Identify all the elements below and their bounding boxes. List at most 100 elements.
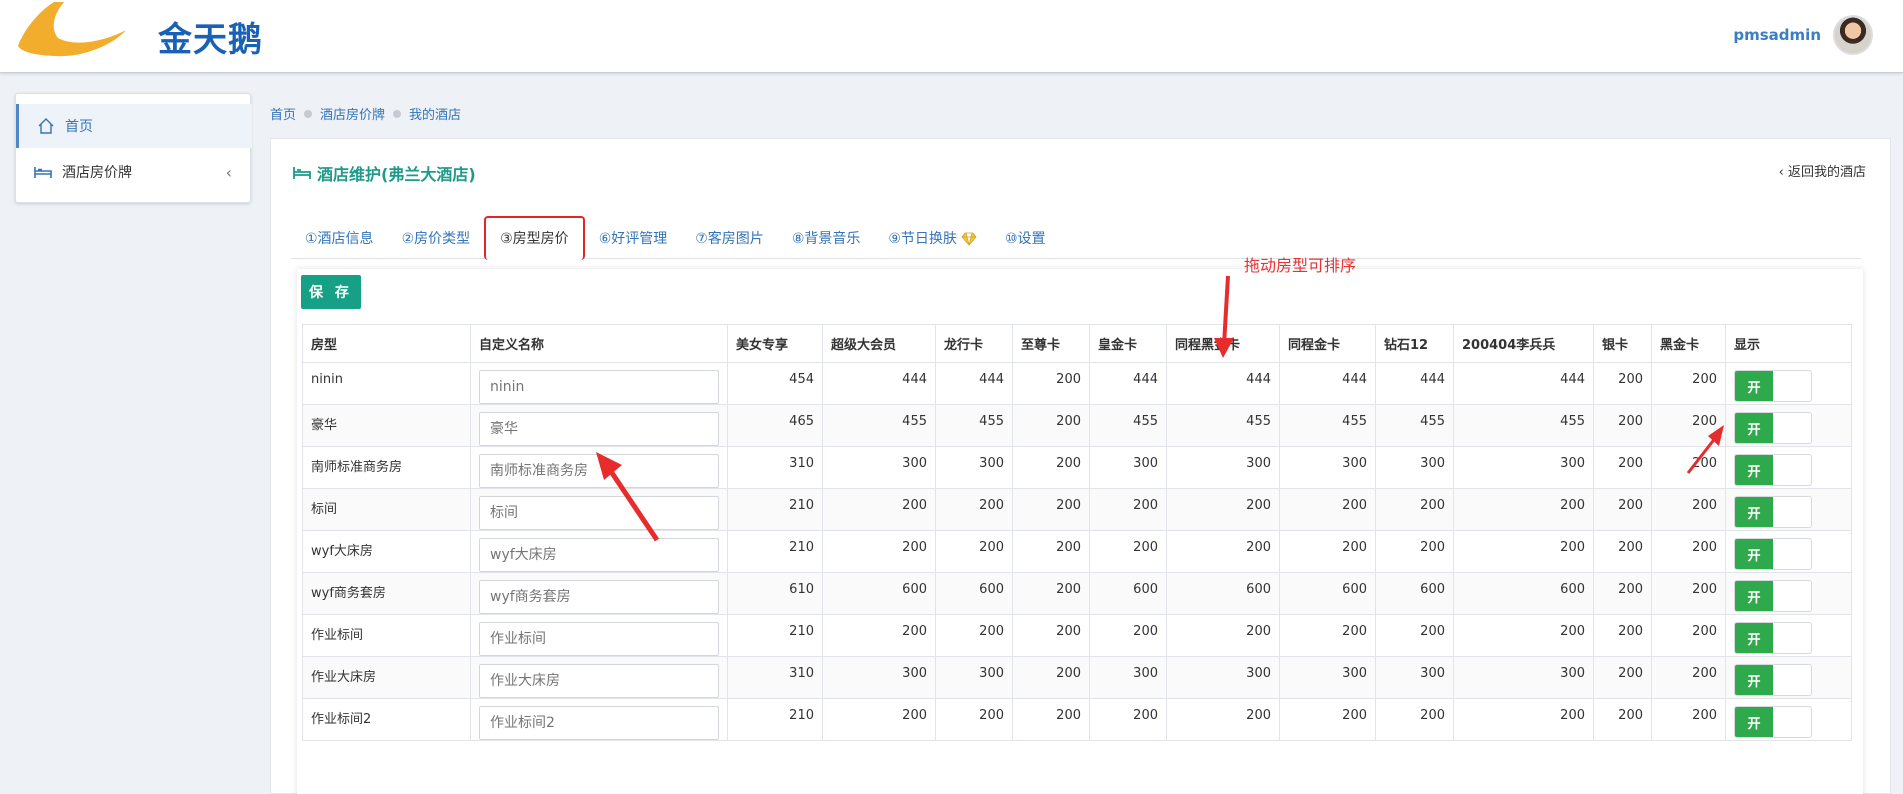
price-cell: 200 bbox=[1279, 530, 1376, 573]
price-cell: 200 bbox=[1593, 572, 1652, 615]
price-cell: 610 bbox=[727, 572, 823, 615]
custom-name-input[interactable] bbox=[479, 454, 719, 488]
column-header[interactable]: 房型 bbox=[302, 324, 471, 363]
price-cell: 200 bbox=[1375, 614, 1454, 657]
room-type-name: wyf大床房 bbox=[302, 530, 471, 573]
table-row[interactable]: 豪华465455455200455455455455455200200开 bbox=[302, 404, 1852, 447]
save-button[interactable]: 保 存 bbox=[301, 275, 361, 309]
room-price-table: 房型 自定义名称 美女专享 超级大会员 龙行卡 至尊卡 皇金卡 同程黑金卡 同程金卡 钻石12 20… bbox=[302, 324, 1852, 741]
custom-name-input[interactable] bbox=[479, 580, 719, 614]
display-cell: 开 bbox=[1725, 530, 1852, 573]
logo[interactable]: 金天鹅 bbox=[14, 0, 264, 60]
back-link-label: 返回我的酒店 bbox=[1787, 165, 1866, 180]
price-cell: 200 bbox=[1089, 488, 1167, 531]
column-header[interactable]: 同程黑金卡 bbox=[1166, 324, 1280, 363]
price-cell: 200 bbox=[822, 488, 936, 531]
display-toggle[interactable]: 开 bbox=[1734, 496, 1812, 528]
column-header[interactable]: 自定义名称 bbox=[470, 324, 728, 363]
tab-room-images[interactable]: ⑦客房图片 bbox=[681, 219, 778, 259]
price-cell: 200 bbox=[1375, 488, 1454, 531]
table-row[interactable]: 作业标间2210200200200200200200200200200200开 bbox=[302, 698, 1852, 741]
price-cell: 200 bbox=[1089, 698, 1167, 741]
custom-name-input[interactable] bbox=[479, 664, 719, 698]
price-cell: 200 bbox=[1089, 530, 1167, 573]
column-header[interactable]: 银卡 bbox=[1593, 324, 1652, 363]
breadcrumb-separator-icon bbox=[304, 109, 313, 118]
username[interactable]: pmsadmin bbox=[1733, 26, 1821, 44]
display-toggle[interactable]: 开 bbox=[1734, 664, 1812, 696]
price-cell: 200 bbox=[822, 530, 936, 573]
tab-room-price[interactable]: ③房型房价 bbox=[484, 216, 585, 260]
sidebar-item-home[interactable]: 首页 bbox=[16, 104, 252, 148]
tab-price-type[interactable]: ②房价类型 bbox=[388, 219, 485, 259]
price-cell: 200 bbox=[935, 488, 1013, 531]
user-menu[interactable]: pmsadmin bbox=[1733, 15, 1873, 55]
tab-bg-music[interactable]: ⑧背景音乐 bbox=[778, 219, 875, 259]
price-cell: 300 bbox=[1089, 446, 1167, 489]
display-toggle[interactable]: 开 bbox=[1734, 454, 1812, 486]
custom-name-input[interactable] bbox=[479, 622, 719, 656]
column-header[interactable]: 美女专享 bbox=[727, 324, 823, 363]
display-toggle[interactable]: 开 bbox=[1734, 580, 1812, 612]
price-cell: 200 bbox=[1651, 614, 1726, 657]
price-cell: 310 bbox=[727, 446, 823, 489]
price-cell: 200 bbox=[1593, 446, 1652, 489]
back-link[interactable]: ‹ 返回我的酒店 bbox=[1779, 161, 1866, 180]
sidebar-item-hotel-price[interactable]: 酒店房价牌 ‹ bbox=[16, 150, 252, 194]
table-row[interactable]: 南师标准商务房310300300200300300300300300200200… bbox=[302, 446, 1852, 489]
column-header[interactable]: 超级大会员 bbox=[822, 324, 936, 363]
tab-settings[interactable]: ⑩设置 bbox=[991, 219, 1060, 259]
table-row[interactable]: wyf商务套房610600600200600600600600600200200… bbox=[302, 572, 1852, 615]
price-cell: 300 bbox=[1375, 656, 1454, 699]
table-row[interactable]: 作业大床房310300300200300300300300300200200开 bbox=[302, 656, 1852, 699]
price-cell: 300 bbox=[1089, 656, 1167, 699]
tab-label: ②房价类型 bbox=[401, 231, 471, 247]
custom-name-cell bbox=[470, 572, 728, 615]
breadcrumb-hotel-price[interactable]: 酒店房价牌 bbox=[320, 104, 385, 123]
column-header[interactable]: 200404李兵兵 bbox=[1453, 324, 1594, 363]
table-row[interactable]: ninin454444444200444444444444444200200开 bbox=[302, 362, 1852, 405]
breadcrumb-my-hotel[interactable]: 我的酒店 bbox=[409, 104, 461, 123]
column-header[interactable]: 显示 bbox=[1725, 324, 1852, 363]
custom-name-cell bbox=[470, 404, 728, 447]
display-cell: 开 bbox=[1725, 362, 1852, 405]
custom-name-input[interactable] bbox=[479, 706, 719, 740]
display-toggle[interactable]: 开 bbox=[1734, 538, 1812, 570]
custom-name-input[interactable] bbox=[479, 412, 719, 446]
price-cell: 200 bbox=[1593, 656, 1652, 699]
column-header[interactable]: 同程金卡 bbox=[1279, 324, 1376, 363]
price-cell: 200 bbox=[1593, 404, 1652, 447]
display-toggle[interactable]: 开 bbox=[1734, 622, 1812, 654]
breadcrumb-home[interactable]: 首页 bbox=[270, 104, 296, 123]
tab-hotel-info[interactable]: ①酒店信息 bbox=[291, 219, 388, 259]
chevron-left-icon[interactable]: ‹ bbox=[226, 163, 232, 182]
price-cell: 600 bbox=[822, 572, 936, 615]
tab-holiday-skin[interactable]: ⑨节日换肤 bbox=[874, 219, 991, 259]
custom-name-input[interactable] bbox=[479, 538, 719, 572]
column-header[interactable]: 至尊卡 bbox=[1012, 324, 1090, 363]
price-cell: 200 bbox=[1279, 488, 1376, 531]
column-header[interactable]: 皇金卡 bbox=[1089, 324, 1167, 363]
tab-label: ③房型房价 bbox=[500, 231, 569, 247]
table-row[interactable]: wyf大床房210200200200200200200200200200200开 bbox=[302, 530, 1852, 573]
price-cell: 455 bbox=[1453, 404, 1594, 447]
display-toggle[interactable]: 开 bbox=[1734, 412, 1812, 444]
column-header[interactable]: 龙行卡 bbox=[935, 324, 1013, 363]
custom-name-input[interactable] bbox=[479, 370, 719, 404]
price-cell: 200 bbox=[1012, 488, 1090, 531]
custom-name-input[interactable] bbox=[479, 496, 719, 530]
price-cell: 210 bbox=[727, 698, 823, 741]
column-header[interactable]: 钻石12 bbox=[1375, 324, 1454, 363]
display-toggle[interactable]: 开 bbox=[1734, 370, 1812, 402]
price-cell: 200 bbox=[1593, 362, 1652, 405]
avatar[interactable] bbox=[1833, 15, 1873, 55]
price-cell: 300 bbox=[1375, 446, 1454, 489]
table-row[interactable]: 作业标间210200200200200200200200200200200开 bbox=[302, 614, 1852, 657]
table-row[interactable]: 标间210200200200200200200200200200200开 bbox=[302, 488, 1852, 531]
display-toggle[interactable]: 开 bbox=[1734, 706, 1812, 738]
price-cell: 200 bbox=[1453, 488, 1594, 531]
column-header[interactable]: 黑金卡 bbox=[1651, 324, 1726, 363]
price-cell: 465 bbox=[727, 404, 823, 447]
price-cell: 600 bbox=[1279, 572, 1376, 615]
tab-reviews[interactable]: ⑥好评管理 bbox=[585, 219, 682, 259]
